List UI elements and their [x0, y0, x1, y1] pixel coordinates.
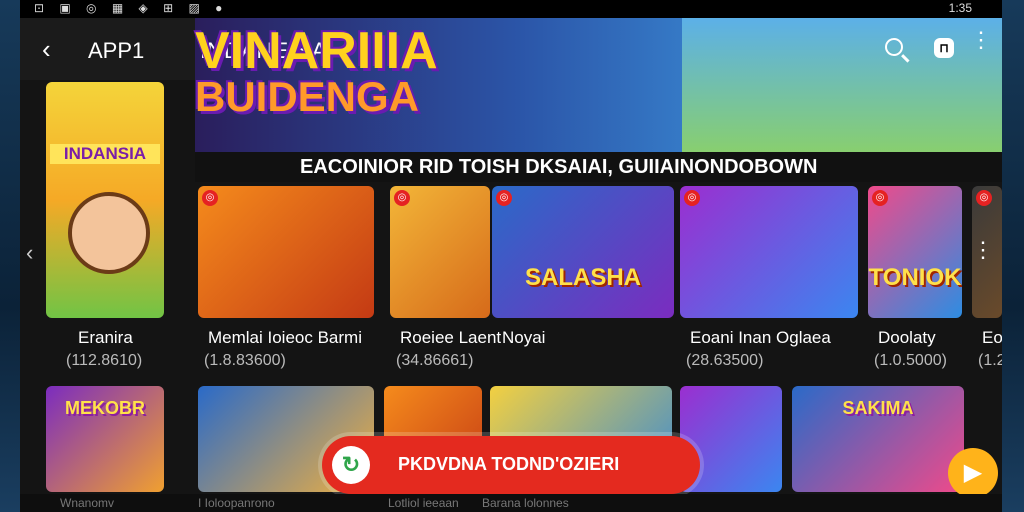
- cast-icon[interactable]: ⊓: [934, 38, 954, 58]
- card-count: (1.8.83600): [204, 352, 286, 369]
- app-title: APP1: [88, 38, 145, 63]
- card-title: Memlai Ioieoc Barmi: [208, 328, 362, 347]
- status-time: 1:35: [948, 1, 972, 15]
- game-card[interactable]: ◎ TONIOK: [868, 186, 962, 318]
- card-title: Doolaty: [878, 328, 936, 347]
- card-count: (1.2: [978, 352, 1002, 369]
- hero-game-card[interactable]: INDANSIA: [46, 82, 164, 318]
- footer-item[interactable]: Barana lolonnes: [482, 496, 569, 510]
- game-card[interactable]: ◎: [198, 186, 374, 318]
- card-count: (1.0.5000): [874, 352, 947, 369]
- game-thumb[interactable]: MEKOBR: [46, 386, 164, 492]
- banner-scene: [682, 18, 1002, 158]
- badge-icon: ◎: [394, 190, 410, 206]
- search-icon[interactable]: [885, 38, 903, 56]
- backdrop-right: [1002, 0, 1024, 512]
- more-icon[interactable]: ⋮: [970, 29, 992, 51]
- banner-title-line2: BUIDENGA: [195, 73, 420, 120]
- card-title: Roeiee Laent: [400, 328, 502, 347]
- backdrop-left: [0, 0, 20, 512]
- character-art: [68, 192, 150, 274]
- app-screen: ‹ APP1 INDANEISA VINARIIIA BUIDENGA EACO…: [20, 18, 1002, 512]
- card-title: Eoal: [982, 328, 1002, 347]
- banner-subtitle: EACOINIOR RID TOISH DKSAIAI, GUIIAINONDO…: [195, 152, 1002, 182]
- game-card[interactable]: ◎: [680, 186, 858, 318]
- chevron-left-icon[interactable]: ‹: [26, 240, 33, 266]
- card-art-label: SALASHA: [524, 264, 641, 291]
- more-icon-side[interactable]: ⋮: [972, 239, 994, 261]
- card-art-label: TONIOK: [868, 264, 962, 291]
- card-title: Eoani Inan Oglaea: [690, 328, 831, 347]
- badge-icon: ◎: [684, 190, 700, 206]
- thumb-label: SAKIMA: [842, 398, 914, 418]
- badge-icon: ◎: [496, 190, 512, 206]
- download-button-label: PKDVDNA TODND'OZIERI: [398, 454, 620, 474]
- status-icons: ⊡ ▣ ◎ ▦ ◈ ⊞ ▨ ●: [34, 1, 229, 15]
- status-bar: ⊡ ▣ ◎ ▦ ◈ ⊞ ▨ ● 1:35: [20, 0, 1002, 18]
- badge-icon: ◎: [872, 190, 888, 206]
- play-icon[interactable]: ▶: [948, 448, 998, 498]
- badge-icon: ◎: [976, 190, 992, 206]
- footer-item[interactable]: I Ioloopanrono: [198, 496, 275, 510]
- badge-icon: ◎: [202, 190, 218, 206]
- hero-card-tag: INDANSIA: [50, 144, 160, 164]
- footer-bar: Wnanomv I Ioloopanrono Lotliol ieeaan Ba…: [20, 494, 1002, 512]
- refresh-icon: ↻: [332, 446, 370, 484]
- card-title: Noyai: [502, 328, 546, 347]
- game-card[interactable]: ◎: [390, 186, 490, 318]
- download-button[interactable]: ↻ PKDVDNA TODND'OZIERI: [322, 436, 700, 494]
- game-thumb[interactable]: SAKIMA: [792, 386, 964, 492]
- card-count: (28.63500): [686, 352, 764, 369]
- game-card[interactable]: ◎ SALASHA: [492, 186, 674, 318]
- hero-count: (112.8610): [66, 352, 143, 369]
- back-icon[interactable]: ‹: [42, 34, 51, 65]
- banner-title-line1: VINARIIIA: [195, 22, 438, 80]
- footer-item[interactable]: Lotliol ieeaan: [388, 496, 459, 510]
- thumb-label: MEKOBR: [65, 398, 145, 418]
- footer-item[interactable]: Wnanomv: [60, 496, 114, 510]
- banner-title: VINARIIIA BUIDENGA: [195, 25, 438, 120]
- card-count: (34.86661): [396, 352, 474, 369]
- hero-title: Eranira: [78, 328, 133, 347]
